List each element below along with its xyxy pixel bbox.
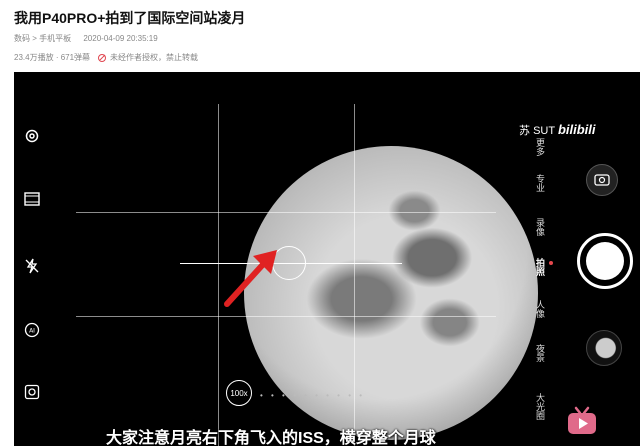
grid-line-h2 [76, 316, 496, 317]
svg-text:AI: AI [29, 328, 35, 335]
grid-line-h1 [76, 212, 496, 213]
camera-mode-list: 更多 专业 录像 拍照 人像 夜景 大光圈 [530, 132, 550, 446]
watermark-user: 苏 [519, 125, 530, 137]
repost-notice: 未经作者授权，禁止转载 [110, 53, 199, 62]
shutter-button[interactable] [577, 233, 633, 289]
no-repost-icon [98, 53, 107, 62]
video-subtitle: 大家注意月亮右下角飞入的ISS，横穿整个月球 [106, 430, 436, 446]
red-arrow-annotation [224, 250, 277, 307]
bilibili-tv-icon[interactable] [566, 406, 598, 436]
flash-off-icon[interactable] [24, 258, 40, 274]
publish-datetime: 2020-04-09 20:35:19 [83, 34, 158, 43]
switch-camera-button[interactable] [586, 164, 618, 196]
stats-row: 23.4万播放 · 671弹幕 未经作者授权，禁止转载 [14, 52, 198, 63]
mode-more[interactable]: 更多 [530, 132, 550, 162]
mode-portrait[interactable]: 人像 [530, 294, 550, 324]
danmaku-count: · 671弹幕 [55, 53, 91, 62]
zoom-level-button[interactable]: 100x [226, 380, 252, 406]
mode-aperture[interactable]: 大光圈 [530, 384, 550, 428]
mode-photo[interactable]: 拍照 [530, 250, 550, 284]
mode-night[interactable]: 夜景 [530, 338, 550, 368]
switch-camera-icon [594, 174, 610, 186]
video-player[interactable]: AI 100x • • • • • • • • • • 苏 SUT bilibi… [14, 72, 640, 446]
active-mode-indicator [549, 261, 553, 265]
shutter-inner [586, 242, 624, 280]
ai-mode-icon[interactable]: AI [24, 322, 40, 338]
settings-gear-icon[interactable] [24, 128, 40, 144]
video-info-header: 我用P40PRO+拍到了国际空间站凌月 数码 > 手机平板 2020-04-09… [0, 0, 640, 72]
bilibili-logo: bilibili [557, 122, 596, 137]
mode-pro[interactable]: 专业 [530, 168, 550, 198]
video-title: 我用P40PRO+拍到了国际空间站凌月 [14, 10, 246, 26]
filter-icon[interactable] [24, 384, 40, 400]
zoom-slider-ticks[interactable]: • • • • • • • • • • [260, 391, 365, 400]
gallery-thumbnail[interactable] [586, 330, 622, 366]
view-count: 23.4万播放 [14, 53, 54, 62]
aspect-ratio-icon[interactable] [24, 192, 40, 206]
breadcrumb[interactable]: 数码 > 手机平板 [14, 34, 71, 43]
mode-video[interactable]: 录像 [530, 212, 550, 242]
meta-row: 数码 > 手机平板 2020-04-09 20:35:19 [14, 33, 168, 44]
